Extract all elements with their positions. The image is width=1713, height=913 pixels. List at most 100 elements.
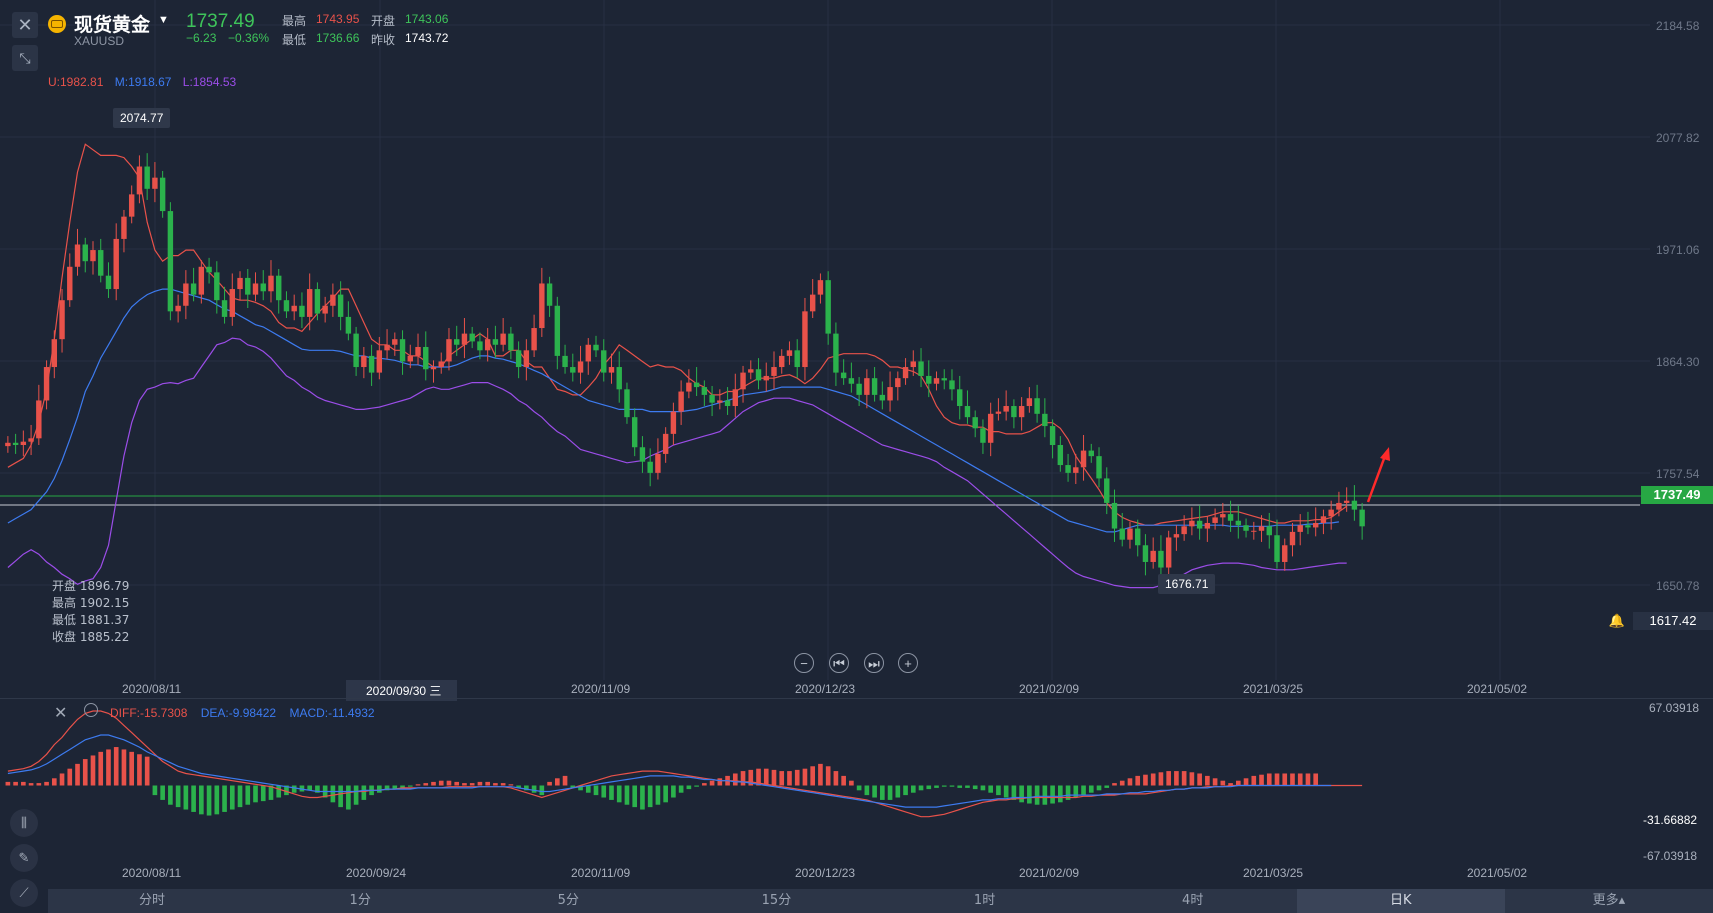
macd-bar xyxy=(67,768,73,786)
tab-daily[interactable]: 日K xyxy=(1296,889,1505,913)
tab-4hour[interactable]: 4时 xyxy=(1089,889,1297,913)
candle-body xyxy=(1359,509,1365,527)
skip-back-button[interactable]: ⏮ xyxy=(829,653,849,673)
candle-body xyxy=(1305,525,1311,528)
macd-dea-line xyxy=(7,734,1332,808)
candle-body xyxy=(755,369,762,381)
candle-body xyxy=(817,280,824,295)
candle-body xyxy=(678,391,684,412)
candlestick-chart[interactable] xyxy=(0,0,1713,913)
candle-body xyxy=(268,275,274,292)
macd-bar xyxy=(1088,785,1094,793)
macd-x-tick: 2020/09/24 xyxy=(346,866,407,880)
close-icon: ✕ xyxy=(17,14,33,35)
candle-body xyxy=(190,283,197,295)
candle-body xyxy=(631,417,638,448)
candle-body xyxy=(639,447,646,462)
macd-bar xyxy=(1274,773,1280,786)
macd-bar xyxy=(51,778,57,786)
candle-body xyxy=(1057,445,1064,466)
candle-body xyxy=(237,277,243,290)
collapse-button[interactable]: ⤡ xyxy=(12,45,38,71)
candle-body xyxy=(840,372,847,379)
macd-bar xyxy=(129,751,135,786)
x-tick: 2020/12/23 xyxy=(795,682,856,696)
candle-body xyxy=(523,350,530,368)
instrument-title[interactable]: 现货黄金 xyxy=(74,10,150,37)
candle-body xyxy=(500,333,506,345)
bell-icon[interactable]: 🔔 xyxy=(1608,612,1626,630)
candle-body xyxy=(1003,406,1009,412)
candle-body xyxy=(276,275,282,301)
tab-5min[interactable]: 5分 xyxy=(464,889,672,913)
stat-open-label: 开盘 xyxy=(371,14,396,28)
gear-icon[interactable] xyxy=(84,703,98,717)
close-button[interactable]: ✕ xyxy=(12,12,38,38)
macd-bar xyxy=(260,785,266,802)
macd-bar xyxy=(632,785,638,808)
macd-bar xyxy=(493,783,498,786)
macd-bar xyxy=(1313,773,1319,786)
candle-body xyxy=(252,283,259,295)
macd-bar xyxy=(44,781,49,786)
tab-more[interactable]: 更多▴ xyxy=(1505,889,1713,913)
candle-body xyxy=(1297,525,1303,532)
candle-body xyxy=(895,378,901,388)
macd-bar xyxy=(1019,785,1024,803)
tab-1hour[interactable]: 1时 xyxy=(881,889,1089,913)
candle-body xyxy=(1119,528,1125,540)
zoom-out-button[interactable]: − xyxy=(794,653,814,673)
chevron-down-icon[interactable]: ▼ xyxy=(158,14,169,26)
candle-body xyxy=(152,177,158,189)
macd-bar xyxy=(709,780,715,786)
candle-body xyxy=(539,283,545,329)
macd-bar xyxy=(771,769,777,786)
candle-body xyxy=(229,289,235,317)
candle-body xyxy=(957,389,963,407)
x-tick: 2021/03/25 xyxy=(1243,682,1304,696)
candle-body xyxy=(59,300,65,340)
macd-legend: DIFF:-15.7308 DEA:-9.98422 MACD:-11.4932 xyxy=(110,706,385,720)
candle-body xyxy=(1328,509,1334,517)
macd-bar xyxy=(1150,773,1156,786)
tab-15min[interactable]: 15分 xyxy=(672,889,880,913)
candle-body xyxy=(1212,517,1218,523)
macd-bar xyxy=(554,778,560,786)
draw-tool-button[interactable]: ✎ xyxy=(10,844,38,872)
macd-bar xyxy=(996,785,1001,796)
candle-body xyxy=(260,283,266,292)
line-tool-button[interactable]: ⟋ xyxy=(10,879,38,907)
macd-bar xyxy=(833,771,839,786)
candle-body xyxy=(748,369,754,373)
zoom-in-button[interactable]: + xyxy=(898,653,918,673)
skip-forward-icon: ⏭ xyxy=(868,656,880,671)
macd-bar xyxy=(1181,771,1187,786)
macd-bar xyxy=(462,783,467,786)
candle-body xyxy=(763,375,769,381)
macd-bar xyxy=(1305,773,1311,786)
macd-bar xyxy=(671,785,676,798)
candle-body xyxy=(1150,550,1156,562)
close-macd-icon[interactable]: ✕ xyxy=(54,703,67,723)
candle-body xyxy=(871,378,878,395)
candle-body xyxy=(515,350,522,368)
macd-bar xyxy=(717,778,723,786)
candle-body xyxy=(554,305,561,356)
indicator-tool-button[interactable]: ⫼ xyxy=(10,809,38,837)
y-tick: 1971.06 xyxy=(1656,243,1700,257)
candle-body xyxy=(384,344,390,351)
candle-body xyxy=(51,339,58,368)
tab-1min[interactable]: 1分 xyxy=(256,889,464,913)
skip-forward-button[interactable]: ⏭ xyxy=(864,653,884,673)
candle-body xyxy=(864,378,870,395)
low-callout: 1676.71 xyxy=(1158,574,1216,594)
current-price-tag: 1737.49 xyxy=(1641,486,1713,504)
candle-body xyxy=(972,417,978,429)
macd-bar xyxy=(732,773,738,786)
alert-price-tag[interactable]: 1617.42 xyxy=(1633,612,1713,630)
candle-body xyxy=(1158,550,1164,568)
macd-bar xyxy=(624,785,630,805)
candle-body xyxy=(36,400,42,439)
tab-timeshare[interactable]: 分时 xyxy=(48,889,256,913)
macd-bar xyxy=(988,785,993,793)
